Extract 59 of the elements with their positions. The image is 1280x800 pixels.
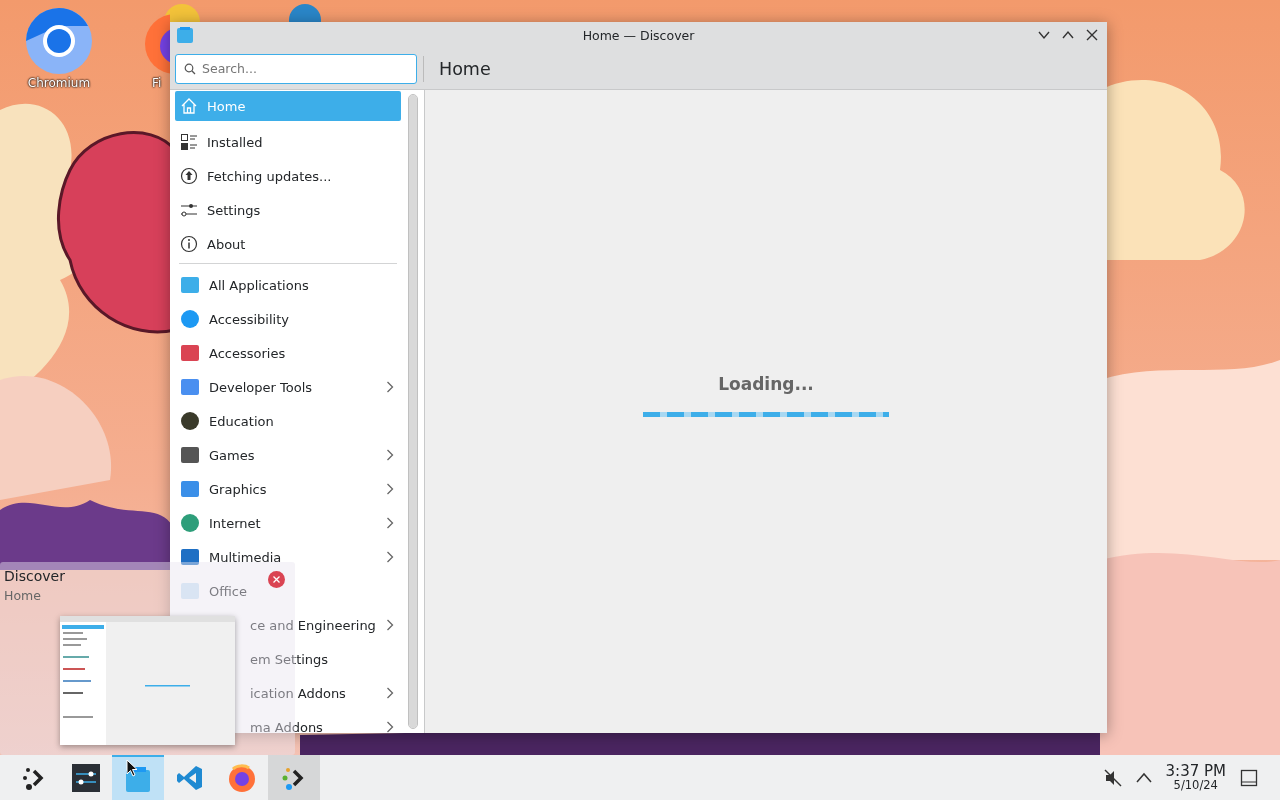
category-icon [180, 479, 200, 499]
sidebar-item[interactable]: Internet [175, 506, 401, 540]
sidebar-item[interactable]: Installed [175, 125, 401, 159]
info-icon [180, 235, 198, 253]
category-icon [180, 513, 200, 533]
show-desktop-icon[interactable] [1240, 768, 1258, 787]
app-icon [177, 27, 193, 43]
sidebar-item[interactable]: Fetching updates... [175, 159, 401, 193]
clock[interactable]: 3:37 PM 5/10/24 [1165, 763, 1226, 792]
sidebar-item[interactable]: Settings [175, 193, 401, 227]
search-field[interactable]: Search... [175, 53, 417, 84]
sidebar-item[interactable]: About [175, 227, 401, 261]
chevron-right-icon [386, 687, 394, 699]
desktop-icon-label: Fi [152, 76, 162, 90]
tooltip-subtitle: Home [4, 588, 41, 603]
chevron-right-icon [386, 483, 394, 495]
update-icon [180, 167, 198, 185]
firefox-icon [227, 762, 257, 793]
category-icon [180, 411, 200, 431]
scrollbar-thumb[interactable] [409, 95, 417, 728]
mouse-cursor-icon [126, 759, 138, 777]
sliders-icon [72, 763, 100, 792]
chevron-right-icon [386, 619, 394, 631]
sliders-icon [180, 201, 198, 219]
sidebar-item[interactable]: Games [175, 438, 401, 472]
sidebar-item[interactable]: Graphics [175, 472, 401, 506]
category-icon [180, 547, 200, 567]
sidebar-item[interactable]: All Applications [175, 268, 401, 302]
list-icon [180, 133, 198, 151]
sidebar-item[interactable]: Education [175, 404, 401, 438]
muted-speaker-icon[interactable] [1103, 768, 1122, 787]
desktop-icon-label: Chromium [27, 76, 91, 90]
search-icon [184, 62, 196, 75]
sidebar-item[interactable]: Accessories [175, 336, 401, 370]
close-icon[interactable] [268, 571, 285, 588]
category-icon [180, 377, 200, 397]
window-title: Home — Discover [582, 27, 695, 43]
sidebar-item[interactable]: Accessibility [175, 302, 401, 336]
chromium-icon[interactable] [24, 6, 94, 76]
sidebar-item[interactable]: Office [175, 574, 401, 608]
loading-label: Loading... [718, 374, 814, 394]
caret-up-icon[interactable] [1135, 771, 1152, 784]
chevron-right-icon [386, 449, 394, 461]
tooltip-title: Discover [4, 568, 65, 584]
taskbar-item[interactable] [268, 755, 320, 800]
chevron-right-icon [386, 517, 394, 529]
close-icon[interactable] [1085, 28, 1099, 42]
category-icon [180, 275, 200, 295]
chevron-right-icon [386, 721, 394, 733]
chevron-right-icon [386, 381, 394, 393]
code-editor-icon [176, 763, 204, 792]
house-icon [180, 97, 198, 115]
category-icon [180, 343, 200, 363]
category-icon [180, 309, 200, 329]
chevron-right-icon [386, 551, 394, 563]
sidebar-item[interactable]: Developer Tools [175, 370, 401, 404]
sidebar-item[interactable]: Multimedia [175, 540, 401, 574]
category-icon [180, 445, 200, 465]
page-title: Home [439, 58, 491, 79]
